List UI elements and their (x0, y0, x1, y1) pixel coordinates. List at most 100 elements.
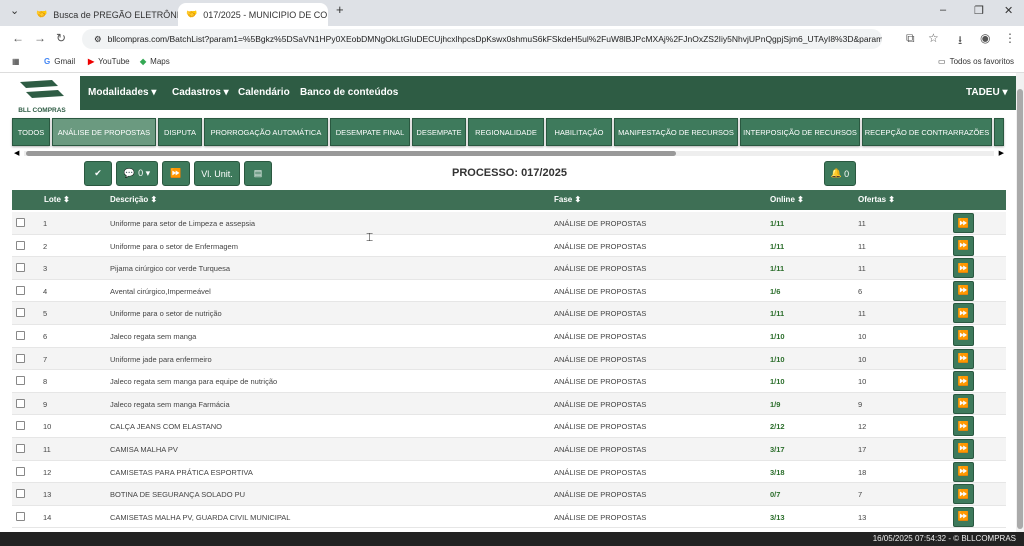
table-row[interactable]: 9 Jaleco regata sem manga Farmácia ANÁLISE… (12, 392, 1006, 416)
row-checkbox[interactable] (16, 421, 25, 431)
vertical-scrollbar[interactable] (1016, 73, 1024, 533)
table-row[interactable]: 12 CAMISETAS PARA PRÁTICA ESPORTIVA ANÁLIS… (12, 461, 1006, 484)
open-lote-button[interactable]: ⏩ (953, 438, 974, 459)
table-row[interactable]: 2 Uniforme para o setor de Enfermagem ANÁL… (12, 235, 1006, 258)
scroll-thumb[interactable] (26, 151, 676, 156)
open-lote-button[interactable]: ⏩ (953, 416, 974, 437)
row-checkbox[interactable] (16, 218, 25, 227)
tab-regionalidade[interactable]: REGIONALIDADE (468, 118, 544, 146)
table-row[interactable]: 7 Uniforme jade para enfermeiro ANÁLISE DE… (12, 347, 1006, 371)
minimize-button[interactable]: – (940, 4, 946, 16)
bll-logo[interactable]: BLL COMPRAS (12, 78, 72, 114)
vertical-scroll-thumb[interactable] (1017, 89, 1023, 529)
confirm-button[interactable]: ✔ (84, 161, 112, 186)
user-menu[interactable]: TADEU ▾ (966, 87, 1008, 98)
row-checkbox[interactable] (16, 376, 25, 386)
site-info-icon[interactable]: ⚙ (94, 34, 102, 45)
maximize-button[interactable]: ❐ (974, 4, 984, 17)
row-checkbox[interactable] (16, 308, 25, 318)
open-lote-button[interactable]: ⏩ (953, 280, 974, 301)
table-row[interactable]: 10 CALÇA JEANS COM ELASTANO ANÁLISE DE PRO… (12, 415, 1006, 438)
col-fase[interactable]: Fase ⬍ (554, 195, 581, 204)
open-lote-button[interactable]: ⏩ (953, 348, 974, 369)
tab-prorrogacao[interactable]: PRORROGAÇÃO AUTOMÁTICA (204, 118, 328, 146)
row-checkbox[interactable] (16, 330, 25, 340)
menu-calendario[interactable]: Calendário (238, 87, 290, 98)
table-row[interactable]: 8 Jaleco regata sem manga para equipe de … (12, 370, 1006, 393)
tab-analise-propostas[interactable]: ANÁLISE DE PROPOSTAS (52, 118, 156, 146)
row-checkbox[interactable] (16, 443, 25, 453)
tab-todos[interactable]: TODOS (12, 118, 50, 146)
open-lote-button[interactable]: ⏩ (953, 393, 974, 414)
notifications-button[interactable]: 🔔 0 (824, 161, 856, 186)
horizontal-scrollbar[interactable]: ◀ ▶ (14, 149, 1004, 157)
row-checkbox[interactable] (16, 466, 25, 476)
fast-forward-button[interactable]: ⏩ (162, 161, 190, 186)
browser-tab-2[interactable]: 🤝 017/2025 - MUNICIPIO DE CO ✕ (178, 3, 328, 26)
row-checkbox[interactable] (16, 285, 25, 295)
col-ofertas[interactable]: Ofertas ⬍ (858, 195, 895, 204)
open-lote-button[interactable]: ⏩ (953, 371, 974, 392)
tab-overflow[interactable] (994, 118, 1004, 146)
id-card-button[interactable]: ▤ (244, 161, 272, 186)
table-row[interactable]: 1 Uniforme para setor de Limpeza e asseps… (12, 212, 1006, 235)
translate-icon[interactable]: ⧉ (906, 31, 915, 46)
open-lote-button[interactable]: ⏩ (953, 506, 974, 527)
tab-habilitacao[interactable]: HABILITAÇÃO (546, 118, 612, 146)
tab-desempate-final[interactable]: DESEMPATE FINAL (330, 118, 410, 146)
tab-manifestacao-recursos[interactable]: MANIFESTAÇÃO DE RECURSOS (614, 118, 738, 146)
table-row[interactable]: 3 Pijama cirúrgico cor verde Turquesa ANÁL… (12, 257, 1006, 280)
menu-banco-conteudos[interactable]: Banco de conteúdos (300, 87, 398, 98)
profile-icon[interactable]: ◉ (980, 31, 990, 45)
tab-disputa[interactable]: DISPUTA (158, 118, 202, 146)
table-row[interactable]: 11 CAMISA MALHA PV ANÁLISE DE PROPOSTAS 3/1… (12, 437, 1006, 461)
row-checkbox[interactable] (16, 240, 25, 250)
reload-icon[interactable]: ↻ (56, 31, 66, 45)
open-lote-button[interactable]: ⏩ (953, 461, 974, 482)
tab-search-icon[interactable]: ⌄ (10, 4, 19, 17)
bookmark-star-icon[interactable]: ☆ (928, 31, 939, 45)
menu-modalidades[interactable]: Modalidades ▾ (88, 87, 156, 98)
download-icon[interactable]: ⭳ (958, 31, 962, 52)
table-row[interactable]: 4 Avental cirúrgico,Impermeável ANÁLISE DE… (12, 280, 1006, 303)
tab-recepcao-contrarrazoes[interactable]: RECEPÇÃO DE CONTRARRAZÕES (862, 118, 992, 146)
menu-cadastros[interactable]: Cadastros ▾ (172, 87, 229, 98)
close-window-button[interactable]: ✕ (1004, 4, 1013, 17)
open-lote-button[interactable]: ⏩ (953, 325, 974, 346)
back-icon[interactable]: ← (12, 31, 24, 45)
scroll-right-icon[interactable]: ▶ (999, 149, 1004, 157)
open-lote-button[interactable]: ⏩ (953, 235, 974, 256)
col-lote[interactable]: Lote ⬍ (44, 195, 70, 204)
table-row[interactable]: 13 BOTINA DE SEGURANÇA SOLADO PU ANÁLISE D… (12, 483, 1006, 506)
menu-icon[interactable]: ⋮ (1004, 31, 1016, 45)
scroll-left-icon[interactable]: ◀ (14, 149, 19, 157)
open-lote-button[interactable]: ⏩ (953, 484, 974, 505)
table-row[interactable]: 6 Jaleco regata sem manga ANÁLISE DE PROPO… (12, 325, 1006, 348)
bookmark-maps[interactable]: ◆ Maps (140, 57, 170, 66)
apps-icon[interactable]: ▦ (12, 57, 20, 66)
chat-button[interactable]: 💬 0 ▾ (116, 161, 158, 186)
row-checkbox[interactable] (16, 489, 25, 499)
open-lote-button[interactable]: ⏩ (953, 258, 974, 279)
all-bookmarks[interactable]: ▭ Todos os favoritos (938, 57, 1014, 66)
browser-tab-1[interactable]: 🤝 Busca de PREGÃO ELETRÔNICO ✕ (28, 3, 178, 26)
col-online[interactable]: Online ⬍ (770, 195, 804, 204)
row-checkbox[interactable] (16, 263, 25, 273)
col-descricao[interactable]: Descrição ⬍ (110, 195, 157, 204)
forward-icon[interactable]: → (34, 31, 46, 45)
table-row[interactable]: 5 Uniforme para o setor de nutrição ANÁLIS… (12, 302, 1006, 325)
row-checkbox[interactable] (16, 511, 25, 521)
row-checkbox[interactable] (16, 398, 25, 408)
new-tab-button[interactable]: + (336, 2, 344, 17)
url-input[interactable]: ⚙ bllcompras.com/BatchList?param1=%5Bgkz… (82, 29, 882, 49)
unit-value-button[interactable]: Vl. Unit. (194, 161, 240, 186)
tab-desempate[interactable]: DESEMPATE (412, 118, 466, 146)
row-checkbox[interactable] (16, 353, 25, 363)
tab-interposicao-recursos[interactable]: INTERPOSIÇÃO DE RECURSOS (740, 118, 860, 146)
bookmark-youtube[interactable]: ▶ YouTube (88, 57, 130, 66)
open-lote-button[interactable]: ⏩ (953, 303, 974, 324)
open-lote-button[interactable]: ⏩ (953, 213, 974, 233)
bookmark-gmail[interactable]: G Gmail (44, 57, 75, 66)
table-row[interactable]: 14 CAMISETAS MALHA PV, GUARDA CIVIL MUNIC… (12, 506, 1006, 529)
fast-forward-icon: ⏩ (957, 262, 970, 273)
